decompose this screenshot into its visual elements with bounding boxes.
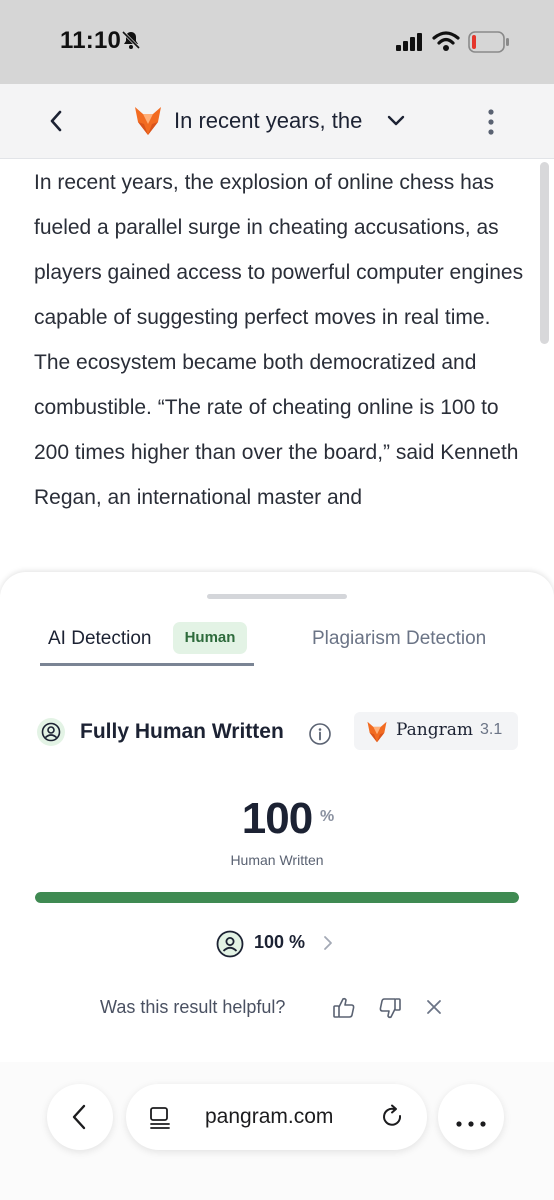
model-chip: Pangram 3.1: [354, 712, 518, 750]
verdict-label: Fully Human Written: [80, 720, 284, 743]
document-title[interactable]: In recent years, the: [174, 108, 362, 134]
battery-icon: [468, 31, 510, 58]
browser-back-button[interactable]: [47, 1084, 113, 1150]
browser-more-button[interactable]: [438, 1084, 504, 1150]
result-sheet: AI Detection Human Plagiarism Detection …: [0, 572, 554, 1062]
reader-icon[interactable]: [148, 1106, 172, 1135]
wifi-icon: [432, 30, 460, 57]
back-icon: [68, 1103, 92, 1136]
score-value: 100: [241, 794, 313, 843]
reload-icon[interactable]: [380, 1104, 406, 1135]
score-caption: Human Written: [230, 852, 324, 868]
score-progress-bar: [35, 892, 519, 903]
info-icon[interactable]: [308, 722, 332, 751]
feedback-question: Was this result helpful?: [100, 997, 286, 1017]
url-text: pangram.com: [205, 1105, 334, 1128]
thumbs-up-icon[interactable]: [331, 995, 357, 1026]
scrollbar-thumb[interactable]: [540, 162, 549, 344]
sheet-drag-handle[interactable]: [207, 594, 347, 599]
close-icon[interactable]: [425, 998, 443, 1021]
nav-bar: In recent years, the: [0, 84, 554, 159]
chevron-down-icon[interactable]: [386, 114, 406, 133]
breakdown-percentage: 100 %: [254, 932, 306, 952]
tab-plagiarism-detection[interactable]: Plagiarism Detection: [312, 628, 486, 650]
user-circle-icon: [36, 717, 66, 752]
more-vertical-icon[interactable]: [480, 108, 502, 141]
fox-logo-icon: [366, 721, 388, 748]
active-tab-indicator: [40, 663, 254, 666]
tab-ai-detection[interactable]: AI Detection Human: [40, 622, 254, 666]
chevron-right-icon: [322, 935, 334, 956]
model-name: Pangram: [396, 720, 474, 740]
tab-ai-detection-label: AI Detection: [48, 628, 152, 649]
model-version: 3.1: [480, 721, 503, 738]
score-display: 100: [0, 794, 554, 844]
thumbs-down-icon[interactable]: [377, 995, 403, 1026]
human-badge: Human: [173, 622, 247, 654]
bell-slash-icon: [120, 29, 142, 56]
back-icon[interactable]: [44, 108, 68, 139]
more-horizontal-icon: [456, 1114, 486, 1132]
address-bar[interactable]: pangram.com: [126, 1084, 427, 1150]
fox-logo-icon: [134, 106, 162, 141]
score-progress-fill: [35, 892, 519, 903]
user-circle-icon: [216, 930, 244, 963]
article-text: In recent years, the explosion of online…: [34, 171, 524, 509]
score-unit: %: [320, 808, 335, 825]
browser-toolbar: pangram.com: [0, 1062, 554, 1200]
article-body: In recent years, the explosion of online…: [34, 160, 524, 570]
signal-icon: [396, 33, 424, 56]
status-time: 11:10: [60, 27, 122, 54]
status-bar: 11:10: [0, 0, 554, 84]
